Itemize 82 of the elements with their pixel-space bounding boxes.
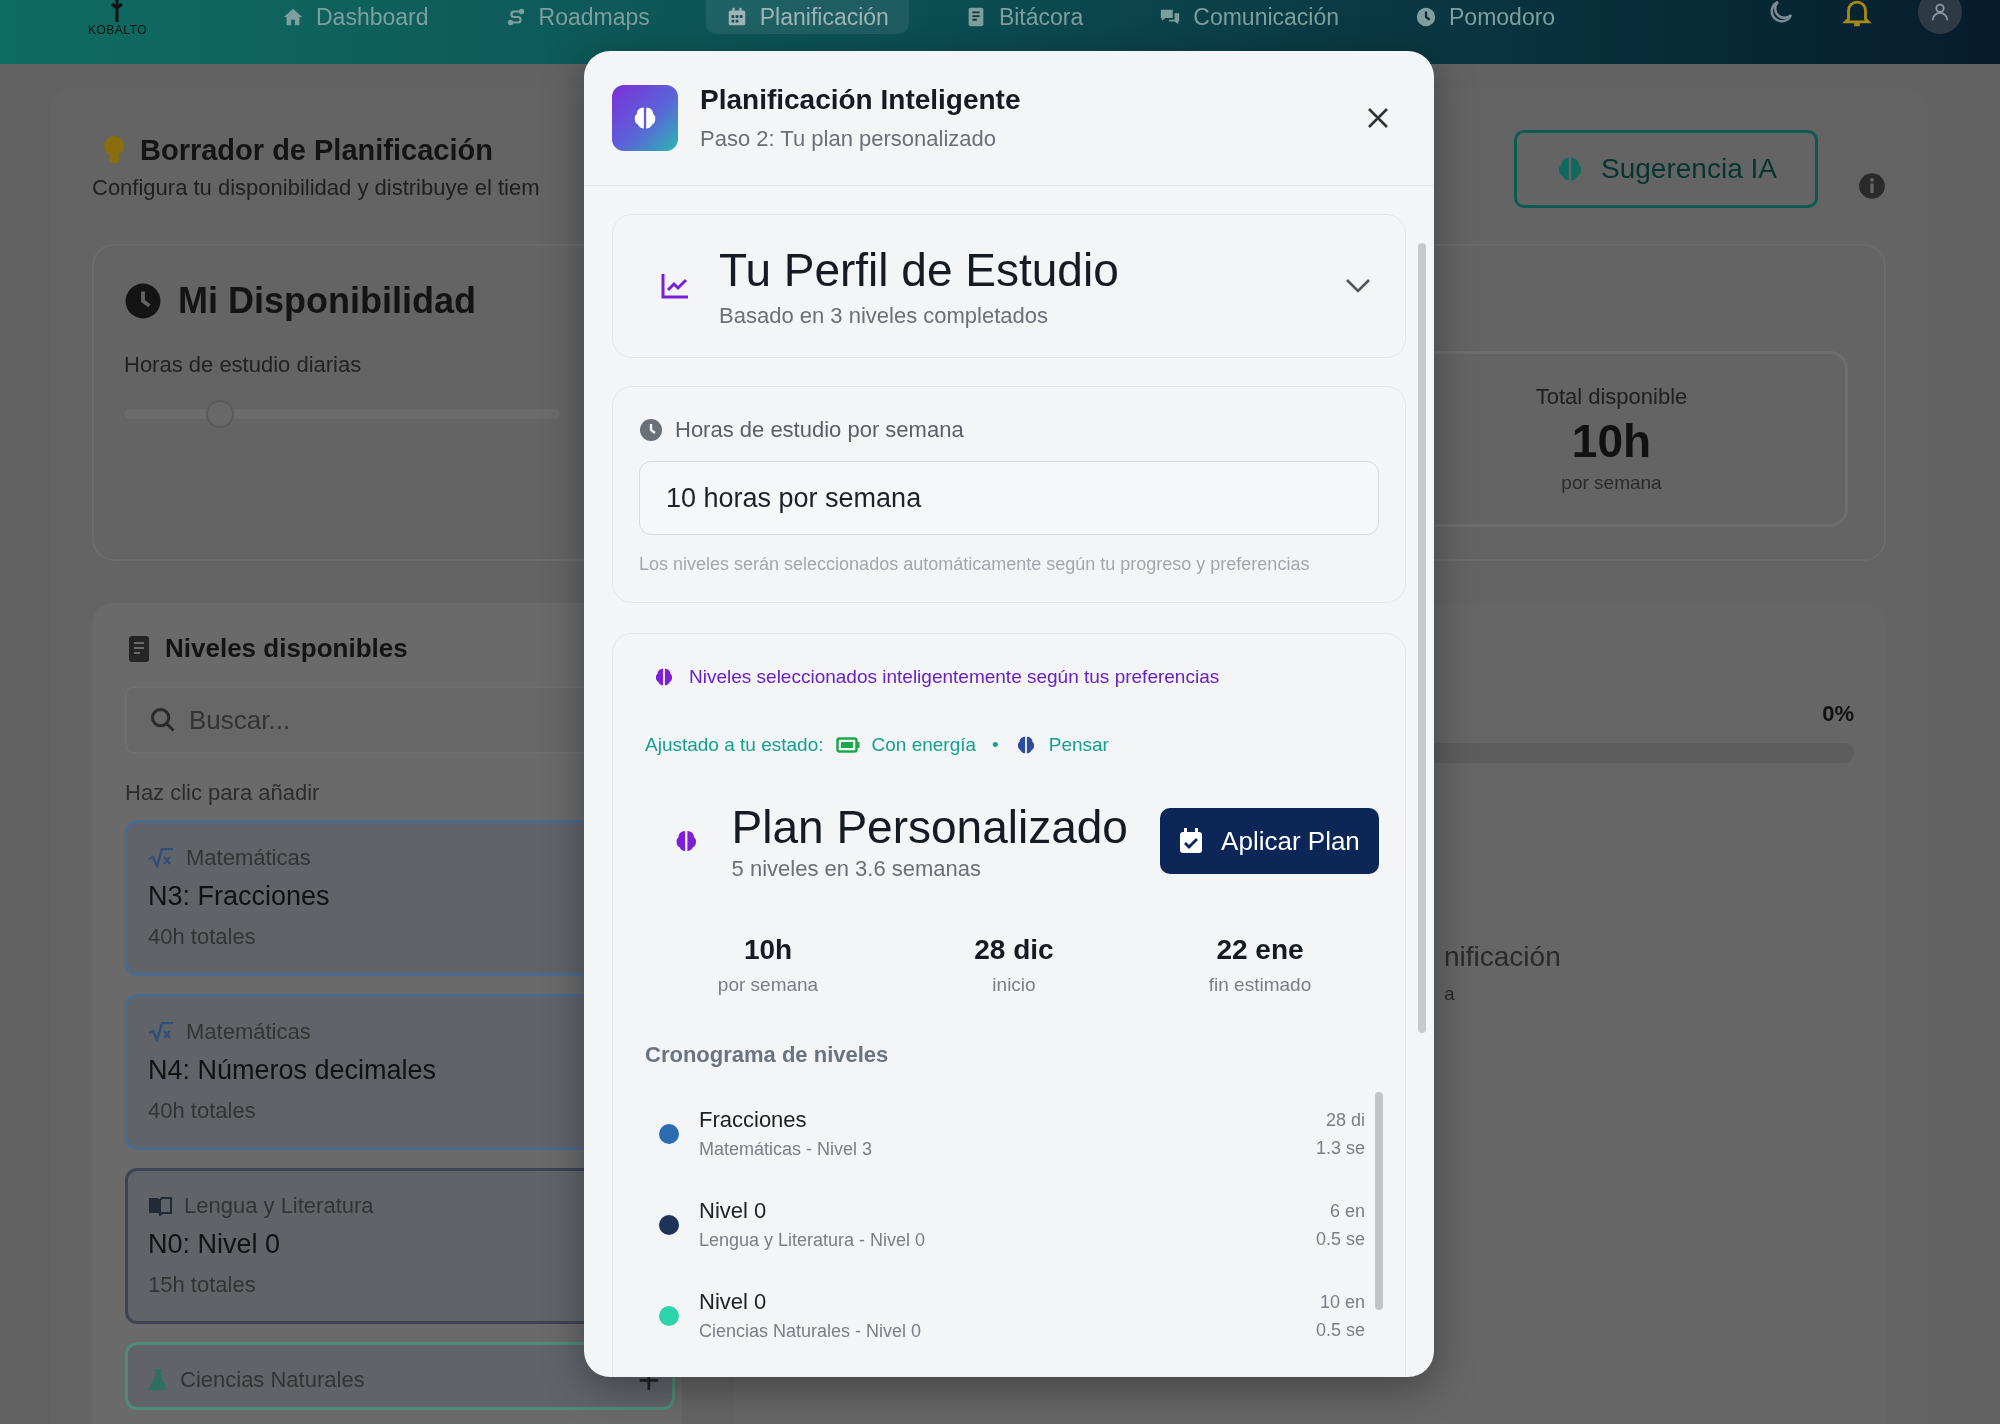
bell-icon[interactable] [1840,0,1874,29]
notice-text: Niveles seleccionados inteligentemente según tus preferencias [689,666,1220,688]
level-title: N3: Fracciones [148,881,331,912]
clock-icon [639,418,663,442]
level-title: N0: Nivel 0 [148,1229,282,1260]
clock-icon [124,282,162,320]
nav-tab[interactable]: Comunicación [1139,0,1360,34]
nav-tab[interactable]: Bitácora [944,0,1104,34]
schedule-subtitle: Lengua y Literatura - Nivel 0 [699,1230,926,1251]
stat-value: 10h [742,934,794,966]
profile-card[interactable]: Tu Perfil de Estudio Basado en 3 niveles completados [612,214,1406,358]
hint-text: Haz clic para añadir [125,780,321,806]
empty-state-title: nificación [1444,941,1562,973]
hours-select[interactable]: 10 horas por semana [639,461,1379,535]
nav-tab[interactable]: Roadmaps [484,0,670,34]
total-label: Total disponible [1535,384,1688,410]
chevron-icon [1345,278,1371,294]
schedule-date: 10 en [1318,1290,1365,1314]
home-icon [282,6,304,28]
nav-tab[interactable]: Pomodoro [1395,0,1576,34]
scrollbar[interactable] [1418,243,1426,1033]
logo-text: KOBALTO [88,23,148,37]
line-chart-icon [661,273,689,299]
page-title: Borrador de Planificación [140,134,493,167]
info-icon[interactable] [1858,172,1886,200]
expand-toggle[interactable] [1345,278,1371,294]
progress-percent: 0% [1821,701,1854,727]
plan-title: Plan Personalizado [731,800,1128,854]
brain-icon [653,666,675,688]
panel-title: Niveles disponibles [165,633,408,664]
search-icon [149,706,177,734]
close-icon [1366,106,1390,130]
battery-icon [835,737,860,753]
profile-title: Tu Perfil de Estudio [719,243,1119,297]
empty-state-text: a [1444,983,1456,1005]
brain-logo-icon [612,85,678,151]
plan-subtitle: 5 niveles en 3.6 semanas [731,856,983,882]
schedule-date: 28 di [1324,1108,1365,1132]
square-root-icon [148,848,174,868]
tree-logo-icon [110,0,124,22]
availability-title: Mi Disponibilidad [178,280,476,322]
dialog-title: Planificación Inteligente [700,84,1021,116]
apply-plan-button[interactable]: Aplicar Plan [1159,808,1379,874]
nav-tab[interactable]: Dashboard [262,0,449,34]
avatar-button[interactable] [1918,0,1962,34]
total-value: 10h [1571,414,1652,468]
user-icon [1929,1,1951,23]
total-unit: por semana [1561,472,1662,494]
scrollbar[interactable] [1375,1092,1383,1310]
stat-label: fin estimado [1207,974,1313,996]
dialog-subtitle: Paso 2: Tu plan personalizado [700,126,997,152]
flask-icon [148,1369,168,1391]
slider-label: Horas de estudio diarias [124,352,363,378]
stat-label: inicio [991,974,1037,996]
mode-label: Pensar [1048,734,1109,756]
schedule-subtitle: Matemáticas - Nivel 3 [699,1139,873,1160]
schedule-duration: 1.3 se [1315,1136,1365,1160]
stat-label: por semana [716,974,820,996]
suggestion-button[interactable]: Sugerencia IA [1514,130,1818,208]
separator-dot: • [992,734,999,756]
close-button[interactable] [1366,106,1390,130]
profile-subtitle: Basado en 3 niveles completados [719,303,1049,329]
schedule-date: 6 en [1328,1199,1365,1223]
book-icon [127,634,151,663]
stat-value: 22 ene [1215,934,1305,966]
schedule-title: Nivel 0 [699,1289,768,1315]
page-subtitle: Configura tu disponibilidad y distribuye el tiem [92,175,540,201]
hint-text: Los niveles serán seleccionados automáticamente según tu progreso y preferencias [639,553,1311,576]
schedule-title: Fracciones [699,1107,808,1133]
level-title: N4: Números decimales [148,1055,438,1086]
calendar-check-icon [1179,828,1204,854]
nav-tab[interactable]: Planificación [705,0,909,34]
schedule-duration: 0.5 se [1315,1318,1365,1342]
schedule-subtitle: Ciencias Naturales - Nivel 0 [699,1321,922,1342]
book-icon [148,1196,172,1216]
energy-label: Con energía [871,734,977,756]
field-label: Horas de estudio por semana [675,417,964,443]
schedule-duration: 0.5 se [1315,1227,1365,1251]
clock-icon [1415,6,1438,28]
stat-value: 28 dic [973,934,1055,966]
square-root-icon [148,1022,174,1042]
schedule-title: Nivel 0 [699,1198,768,1224]
